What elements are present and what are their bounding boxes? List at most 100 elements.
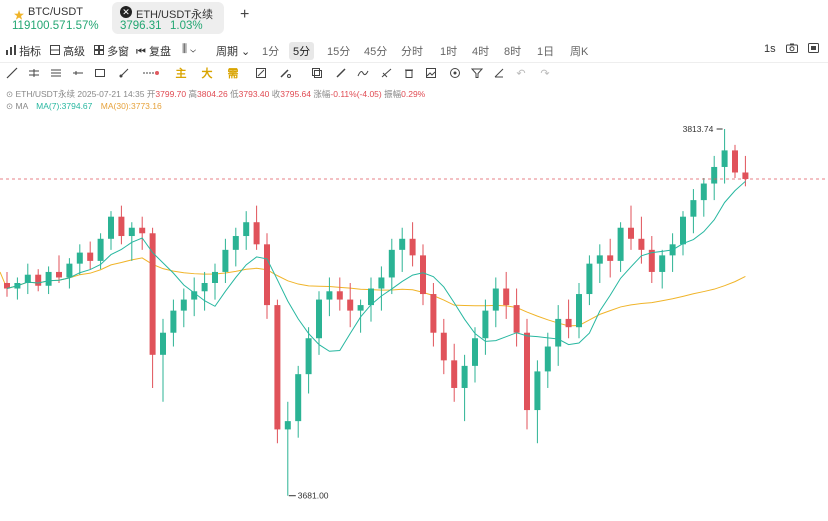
open-value: 3799.70 (155, 89, 187, 99)
interval-45m[interactable]: 45分 (364, 43, 387, 59)
eraser-icon[interactable] (492, 67, 506, 81)
candlestick-chart[interactable]: 3813.74 3681.00 (0, 112, 828, 521)
ma-toggle-icon[interactable]: ⊙ (6, 101, 13, 111)
close-value: 3795.64 (280, 89, 312, 99)
candle (243, 211, 250, 250)
line-style-icon[interactable] (141, 67, 161, 81)
candle-body (87, 252, 94, 261)
candle-body (742, 172, 749, 180)
interval-5m[interactable]: 5分 (289, 42, 315, 60)
ma30-value: MA(30):3773.16 (100, 101, 162, 111)
advanced-button[interactable]: 高级 (50, 43, 85, 59)
candle (607, 238, 614, 278)
interval-8h[interactable]: 8时 (504, 43, 521, 59)
magnet-icon[interactable] (254, 67, 268, 81)
refresh-rate[interactable]: 1s (764, 43, 776, 55)
symbol-tab-bar: BTC/USDT 119100.57 1.57% ✕ ETH/USDT永续 37… (0, 0, 828, 36)
redo-icon[interactable]: ↷ (538, 67, 552, 81)
candle-body (451, 360, 458, 388)
candle-body (690, 200, 697, 217)
path-icon[interactable] (356, 67, 370, 81)
interval-4h[interactable]: 4时 (472, 43, 489, 59)
rectangle-icon[interactable] (93, 67, 107, 81)
candle (732, 144, 738, 179)
indicator-button[interactable]: 指标 (6, 43, 41, 59)
fullscreen-icon[interactable] (808, 43, 819, 56)
candle (139, 216, 146, 250)
candle (170, 299, 177, 347)
tab-btc-usdt[interactable]: BTC/USDT 119100.57 1.57% (4, 2, 104, 34)
horizontal-ray-icon[interactable] (27, 67, 41, 81)
multi-window-button[interactable]: 多窗 (94, 43, 129, 59)
close-tab-icon[interactable]: ✕ (120, 6, 132, 18)
period-dropdown[interactable]: 周期 ⌄ (216, 43, 250, 59)
edit-icon[interactable] (334, 67, 348, 81)
pencil-icon[interactable] (278, 67, 292, 81)
filter-icon[interactable] (470, 67, 484, 81)
candle-body (149, 233, 156, 355)
candle (534, 360, 541, 444)
candle (284, 401, 291, 496)
candle-body (430, 294, 437, 333)
candle-body (461, 365, 468, 388)
interval-1d[interactable]: 1日 (537, 43, 554, 59)
interval-15m[interactable]: 15分 (327, 43, 350, 59)
interval-1m[interactable]: 1分 (262, 43, 279, 59)
tab-eth-usdt-perp[interactable]: ✕ ETH/USDT永续 3796.31 1.03% (112, 2, 224, 34)
secondary-toggle[interactable]: 需 (226, 67, 240, 81)
candle-body (617, 227, 624, 261)
candle-body (492, 288, 499, 311)
color-icon[interactable] (448, 67, 462, 81)
indicator-icon (6, 45, 16, 55)
copy-icon[interactable] (310, 67, 324, 81)
candle (274, 299, 281, 444)
camera-icon[interactable] (786, 43, 798, 56)
candle-body (118, 216, 125, 237)
change-value: -0.11%(-4.05) (330, 89, 382, 99)
candle (108, 211, 114, 250)
candle (212, 263, 218, 300)
replay-button[interactable]: ⏮ 复盘 (136, 43, 171, 59)
candle-body (326, 291, 333, 300)
undo-icon[interactable]: ↶ (514, 67, 528, 81)
interval-week[interactable]: 周K (570, 43, 588, 59)
horizontal-line-icon[interactable] (71, 67, 85, 81)
candle-body (607, 255, 614, 261)
collapse-icon[interactable]: ⊙ (6, 89, 13, 99)
candle (222, 238, 229, 283)
candle (555, 305, 562, 366)
info-time: 2025-07-21 14:35 (77, 89, 145, 99)
candle-body (232, 236, 239, 250)
candle (399, 227, 406, 272)
candle-body (139, 227, 146, 234)
tab-price: 3796.31 (120, 20, 162, 32)
multi-window-icon (94, 45, 104, 55)
parallel-lines-icon[interactable] (49, 67, 63, 81)
candle (638, 216, 645, 264)
candle-body (680, 216, 686, 245)
trend-line-icon[interactable] (5, 67, 19, 81)
measure-icon[interactable] (380, 67, 394, 81)
add-tab-button[interactable]: + (240, 6, 249, 24)
candle-body (212, 271, 218, 283)
candle-body (97, 238, 104, 261)
delete-icon[interactable] (402, 67, 416, 81)
candle-body (284, 421, 291, 430)
low-value: 3793.40 (238, 89, 270, 99)
interval-timeshare[interactable]: 分时 (401, 43, 423, 59)
ma7-line (6, 180, 746, 352)
low-price-label: 3681.00 (298, 491, 329, 501)
main-chart-toggle[interactable]: 主 (174, 67, 188, 81)
chart-type-button[interactable]: ⫼ ⌄ (182, 43, 196, 56)
candle (700, 178, 707, 217)
candle-type-icon: ⫼ ⌄ (182, 43, 197, 55)
candle (420, 244, 426, 306)
interval-1h[interactable]: 1时 (440, 43, 457, 59)
large-view-toggle[interactable]: 大 (200, 67, 214, 81)
brush-icon[interactable] (117, 67, 131, 81)
drawing-toolbar: 主 大 需 ↶ ↷ (0, 63, 828, 85)
candle (680, 211, 686, 256)
candle-body (295, 374, 302, 422)
candle-body (659, 255, 666, 272)
image-icon[interactable] (424, 67, 438, 81)
